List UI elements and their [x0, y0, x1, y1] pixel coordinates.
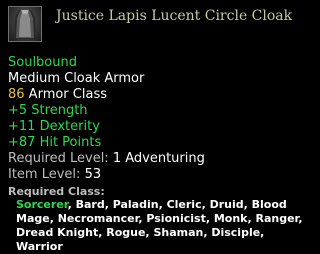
armor-class-label: Armor Class — [24, 87, 107, 102]
item-level-label: Item Level: — [8, 167, 85, 182]
armor-class-value: 86 — [8, 87, 25, 102]
stat-dexterity: +11 Dexterity — [8, 119, 100, 134]
required-level: Required Level: 1 Adventuring — [8, 151, 205, 167]
armor-class: 86 Armor Class — [8, 87, 107, 103]
cloak-icon[interactable] — [8, 6, 42, 42]
item-type: Medium Cloak Armor — [8, 71, 145, 86]
binding-status: Soulbound — [8, 55, 77, 70]
item-tooltip: Justice Lapis Lucent Circle Cloak Soulbo… — [0, 0, 311, 253]
stat-strength: +5 Strength — [8, 103, 88, 118]
item-level: Item Level: 53 — [8, 167, 101, 183]
item-level-value: 53 — [84, 167, 102, 182]
item-name: Justice Lapis Lucent Circle Cloak — [56, 8, 293, 24]
required-class-list: Sorcerer, Bard, Paladin, Cleric, Druid, … — [16, 198, 306, 254]
required-level-value: 1 Adventuring — [112, 151, 205, 166]
stat-hit-points: +87 Hit Points — [8, 135, 102, 150]
cloak-icon-graphic — [14, 10, 36, 39]
highlighted-class: Sorcerer — [16, 198, 68, 211]
required-level-label: Required Level: — [8, 151, 113, 166]
